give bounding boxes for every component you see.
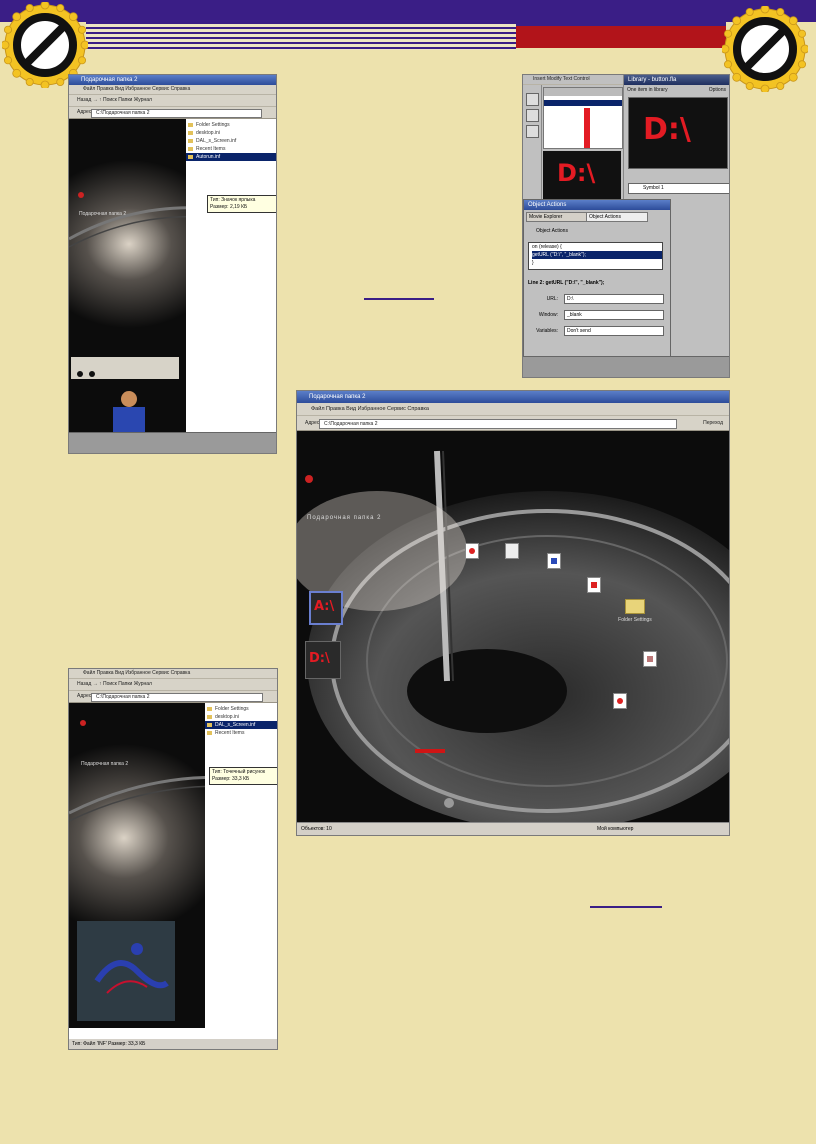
status-right: Мой компьютер (597, 826, 634, 832)
address-label: Адрес (305, 420, 320, 426)
arrow-tool-icon[interactable] (526, 93, 539, 106)
object-actions-panel: Object Actions Movie Explorer Object Act… (523, 199, 671, 357)
media-player-bar[interactable] (71, 357, 179, 379)
address-label: Адрес (77, 693, 92, 699)
drive-label-preview: D:\ (643, 112, 691, 147)
file-icon[interactable] (505, 543, 519, 559)
status-bar: Объектов: 10 Мой компьютер (297, 822, 729, 835)
address-bar: Адрес C:\Подарочная папка 2 (69, 107, 276, 119)
list-item[interactable]: Recent Items (186, 145, 276, 153)
address-bar: Адрес C:\Подарочная папка 2 (69, 691, 277, 703)
library-options-button[interactable]: Options (709, 87, 726, 93)
screenshot-explorer-large: Подарочная папка 2 Файл Правка Вид Избра… (296, 390, 730, 836)
line-info: Line 2: getURL ("D:\", "_blank"); (528, 280, 605, 286)
menu-bar[interactable]: Файл Правка Вид Избранное Сервис Справка (69, 85, 276, 95)
go-button[interactable]: Переход (703, 416, 723, 430)
figure-caption-bar (523, 356, 729, 377)
header-red-band (516, 26, 726, 48)
toolbar[interactable]: Назад → ↑ Поиск Папки Журнал (69, 95, 276, 107)
folder-title: Подарочная папка 2 (307, 515, 382, 521)
file-icon[interactable] (465, 543, 479, 559)
folder-icon[interactable] (625, 599, 645, 614)
tooltip: Тип: Значок ярлыка Размер: 2,19 КБ (207, 195, 276, 213)
play-icon[interactable] (77, 371, 83, 377)
menu-bar[interactable]: Файл Правка Вид Избранное Сервис Справка (297, 403, 729, 416)
screenshot-flash-editor: Insert Modify Text Control D:\ Library -… (522, 74, 730, 378)
variables-select[interactable]: Don't send (564, 326, 664, 336)
library-title: Library - button.fla (624, 75, 729, 85)
list-item[interactable]: desktop.ini (205, 713, 277, 721)
folder-label: Folder Settings (618, 617, 652, 623)
library-subtitle: One item in library (627, 87, 668, 93)
drive-label-stage: D:\ (557, 159, 596, 187)
figure-caption-bar (69, 432, 276, 453)
url-input[interactable]: D:\ (564, 294, 664, 304)
actions-title: Object Actions (524, 200, 670, 210)
folder-title: Подарочная папка 2 (79, 211, 127, 217)
folder-view: Подарочная папка 2 Folder Settings deskt… (69, 119, 276, 432)
drive-a-button[interactable]: A:\ (309, 591, 343, 625)
inline-link-underline (364, 298, 434, 300)
text-tool-icon[interactable] (526, 125, 539, 138)
list-item[interactable]: Folder Settings (186, 121, 276, 129)
file-icon[interactable] (587, 577, 601, 593)
file-icon[interactable] (547, 553, 561, 569)
preview-image (77, 921, 175, 1021)
list-item[interactable]: Folder Settings (205, 705, 277, 713)
status-bar: Тип: Файл 'INF' Размер: 33,3 КБ (69, 1039, 277, 1049)
drive-d-button[interactable]: D:\ (305, 641, 341, 679)
pen-tool-icon[interactable] (526, 109, 539, 122)
url-label: URL: (546, 296, 558, 302)
toolbar[interactable]: Назад → ↑ Поиск Папки Журнал (69, 679, 277, 691)
address-input[interactable]: C:\Подарочная папка 2 (319, 419, 677, 429)
code-line-selected: getURL ("D:\", "_blank"); (532, 251, 662, 259)
header-stripes (86, 22, 516, 50)
window-title: Подарочная папка 2 (297, 391, 729, 403)
window-title: Подарочная папка 2 (69, 75, 276, 85)
tools-panel[interactable] (523, 85, 542, 205)
inline-link-underline (590, 906, 662, 908)
code-line: } (532, 260, 534, 266)
header-bar (0, 0, 816, 22)
character-image (99, 391, 161, 432)
tab-object-actions[interactable]: Object Actions (586, 212, 648, 222)
folder-title: Подарочная папка 2 (81, 761, 129, 767)
list-item-selected[interactable]: Autorun.inf (186, 153, 276, 161)
list-item[interactable]: desktop.ini (186, 129, 276, 137)
tab-movie-explorer[interactable]: Movie Explorer (526, 212, 588, 222)
list-item[interactable]: Recent Items (205, 729, 277, 737)
address-input[interactable]: C:\Подарочная папка 2 (91, 693, 263, 702)
window-label: Window: (538, 312, 558, 318)
timeline[interactable] (543, 87, 623, 149)
prohibition-sign-icon (722, 6, 808, 92)
file-icon[interactable] (643, 651, 657, 667)
folder-view: Подарочная папка 2 Folder Settings deskt… (69, 703, 277, 1028)
disc-decoration (297, 450, 729, 823)
folder-view: Подарочная папка 2 Folder Settings A:\ D… (297, 431, 729, 823)
file-list: Folder Settings desktop.ini DAL_s_Screen… (205, 703, 277, 1028)
file-icon[interactable] (613, 693, 627, 709)
screenshot-explorer-1: Подарочная папка 2 Файл Правка Вид Избра… (68, 74, 277, 454)
library-preview: D:\ (628, 97, 728, 169)
library-item[interactable]: Symbol 1 (628, 183, 729, 194)
actions-header: Object Actions (536, 228, 568, 234)
address-bar: Адрес C:\Подарочная папка 2 Переход (297, 416, 729, 431)
variables-label: Variables: (536, 328, 558, 334)
address-label: Адрес (77, 109, 92, 115)
list-item-selected[interactable]: DAL_s_Screen.inf (205, 721, 277, 729)
figure-drawing (94, 943, 169, 994)
code-editor[interactable]: on (release) { getURL ("D:\", "_blank");… (528, 242, 663, 270)
stop-icon[interactable] (89, 371, 95, 377)
status-left: Объектов: 10 (301, 826, 332, 832)
file-list: Folder Settings desktop.ini DAL_s_Screen… (186, 119, 276, 432)
window-select[interactable]: _blank (564, 310, 664, 320)
menu-bar[interactable]: Файл Правка Вид Избранное Сервис Справка (69, 669, 277, 679)
list-item[interactable]: DAL_s_Screen.inf (186, 137, 276, 145)
screenshot-explorer-2: Файл Правка Вид Избранное Сервис Справка… (68, 668, 278, 1050)
code-line: on (release) { (532, 244, 562, 250)
tooltip: Тип: Точечный рисунок Размер: 33,3 КБ (209, 767, 277, 785)
address-input[interactable]: C:\Подарочная папка 2 (91, 109, 262, 118)
